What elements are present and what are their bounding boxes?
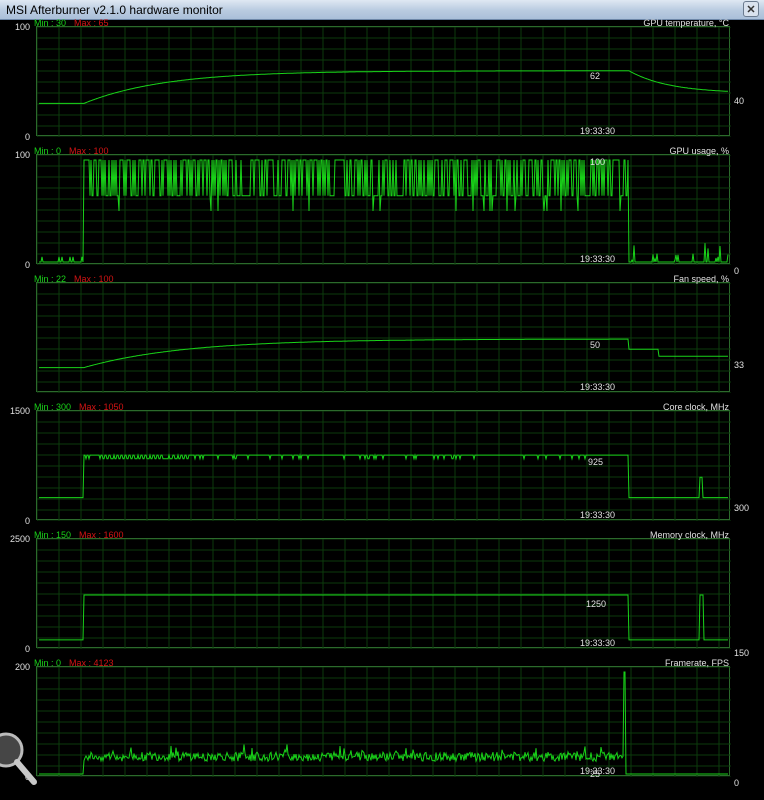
- title-bar: MSI Afterburner v2.1.0 hardware monitor: [0, 0, 764, 20]
- graph-svg: [37, 667, 731, 777]
- graph-panel-framerate: 200 0 Min : 0Max : 4123 Framerate, FPS 2…: [0, 658, 764, 788]
- time-label: 19:33:30: [580, 126, 616, 136]
- y-min-label: 0: [24, 260, 30, 270]
- current-value-label: 150: [734, 648, 750, 658]
- graph-title: Fan speed, %: [673, 274, 729, 284]
- current-value-label: 0: [734, 266, 740, 276]
- min-label: Min : 0: [34, 146, 62, 156]
- graph-plot-area[interactable]: [36, 282, 731, 393]
- max-label: Max : 4123: [69, 658, 114, 668]
- zoom-button[interactable]: [0, 732, 40, 792]
- peak-value-label: 50: [590, 340, 601, 350]
- min-label: Min : 30: [34, 18, 67, 28]
- graph-series-line: [39, 594, 728, 641]
- y-min-label: 0: [24, 644, 30, 654]
- min-max-labels: Min : 0 Max : 100: [34, 146, 109, 156]
- graph-title: Memory clock, MHz: [649, 530, 729, 540]
- close-button[interactable]: [743, 1, 759, 17]
- min-max-labels: Min : 30 Max : 65: [34, 18, 109, 28]
- y-max-label: 100: [14, 22, 30, 32]
- graph-series-line: [39, 671, 728, 775]
- graph-panel-gpu-temperature: 100 0 Min : 30 Max : 65 GPU temperature, …: [0, 18, 764, 147]
- min-max-labels: Min : 300 Max : 1050: [34, 402, 124, 412]
- peak-value-label: 1250: [586, 599, 607, 609]
- current-value-label: 33: [734, 360, 745, 370]
- window-title: MSI Afterburner v2.1.0 hardware monitor: [6, 3, 223, 17]
- graph-title: Core clock, MHz: [662, 402, 729, 412]
- current-value-label: 300: [734, 503, 750, 513]
- graph-plot-area[interactable]: [36, 666, 731, 777]
- current-value-label: 0: [734, 778, 740, 788]
- graph-plot-area[interactable]: [36, 410, 731, 521]
- min-max-labels: Min : 0 Max : 4123: [34, 658, 114, 668]
- y-max-label: 2500: [9, 534, 30, 544]
- graph-title: GPU usage, %: [669, 146, 729, 156]
- graph-svg: [37, 283, 731, 393]
- time-label: 19:33:30: [580, 254, 616, 264]
- peak-value-label: 100: [590, 157, 606, 167]
- graph-svg: [37, 27, 731, 137]
- min-max-labels: Min : 150 Max : 1600: [34, 530, 124, 540]
- y-max-label: 1500: [9, 406, 30, 416]
- graph-panel-gpu-usage: 100 0 Min : 0 Max : 100 GPU usage, % 100 …: [0, 146, 764, 276]
- min-max-labels: Min : 22 Max : 100: [34, 274, 114, 284]
- y-max-label: 200: [14, 662, 30, 672]
- time-label: 19:33:30: [580, 510, 616, 520]
- max-label: Max : 100: [74, 274, 114, 284]
- graph-panel-memory-clock: 2500 0 Min : 150 Max : 1600 Memory clock,…: [0, 530, 764, 659]
- min-label: Min : 0: [34, 658, 62, 668]
- max-label: Max : 1050: [79, 402, 124, 412]
- time-label: 19:33:30: [580, 638, 616, 648]
- graph-series-line: [39, 453, 728, 499]
- y-min-label: 0: [24, 516, 30, 526]
- current-value-label: 40: [734, 96, 745, 106]
- graph-plot-area[interactable]: [36, 538, 731, 649]
- graph-title: Framerate, FPS: [664, 658, 729, 668]
- peak-value-label: 925: [588, 457, 604, 467]
- min-label: Min : 300: [34, 402, 72, 412]
- graph-series-line: [39, 70, 728, 104]
- min-label: Min : 150: [34, 530, 72, 540]
- graph-svg: [37, 155, 731, 265]
- time-label: 19:33:30: [580, 766, 616, 776]
- graph-series-line: [39, 159, 729, 264]
- magnifier-icon: [0, 732, 37, 785]
- y-min-label: 0: [24, 132, 30, 142]
- graph-panel-fan-speed: Min : 22 Max : 100 Fan speed, % 50 33 19:…: [0, 274, 764, 403]
- graph-plot-area[interactable]: [36, 154, 731, 265]
- y-max-label: 100: [14, 150, 30, 160]
- close-icon: [747, 5, 755, 13]
- graph-svg: [37, 411, 731, 521]
- peak-value-label: 62: [590, 71, 601, 81]
- max-label: Max : 65: [74, 18, 109, 28]
- graph-plot-area[interactable]: [36, 26, 731, 137]
- min-label: Min : 22: [34, 274, 67, 284]
- graph-svg: [37, 539, 731, 649]
- time-label: 19:33:30: [580, 382, 616, 392]
- graph-title: GPU temperature, °C: [643, 18, 729, 28]
- max-label: Max : 1600: [79, 530, 124, 540]
- graph-series-line: [39, 338, 728, 369]
- max-label: Max : 100: [69, 146, 109, 156]
- graph-panel-core-clock: 1500 0 Min : 300 Max : 1050 Core clock, M…: [0, 402, 764, 531]
